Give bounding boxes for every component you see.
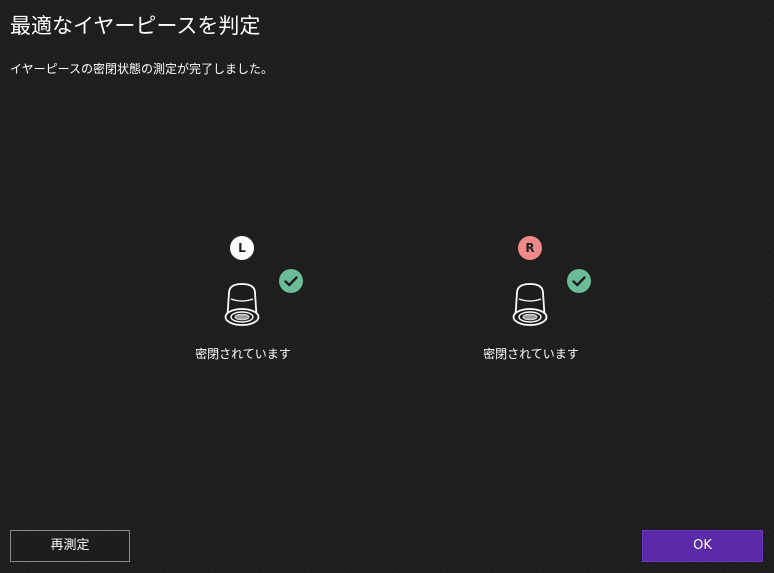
left-seal-status: 密閉されています bbox=[195, 347, 291, 361]
ok-button[interactable]: OK bbox=[642, 530, 763, 562]
dialog-title: 最適なイヤーピースを判定 bbox=[10, 14, 261, 38]
right-seal-status: 密閉されています bbox=[483, 347, 579, 361]
left-side-badge: L bbox=[230, 236, 254, 260]
right-earbud-result: R 密閉されています bbox=[471, 234, 591, 364]
retest-button[interactable]: 再測定 bbox=[10, 530, 130, 562]
right-side-badge: R bbox=[518, 236, 542, 260]
earpiece-icon bbox=[221, 281, 263, 329]
check-icon bbox=[279, 269, 303, 293]
dialog-subtitle: イヤーピースの密閉状態の測定が完了しました。 bbox=[10, 62, 274, 76]
check-icon bbox=[567, 269, 591, 293]
left-earbud-result: L 密閉されています bbox=[183, 234, 303, 364]
earpiece-icon bbox=[509, 281, 551, 329]
